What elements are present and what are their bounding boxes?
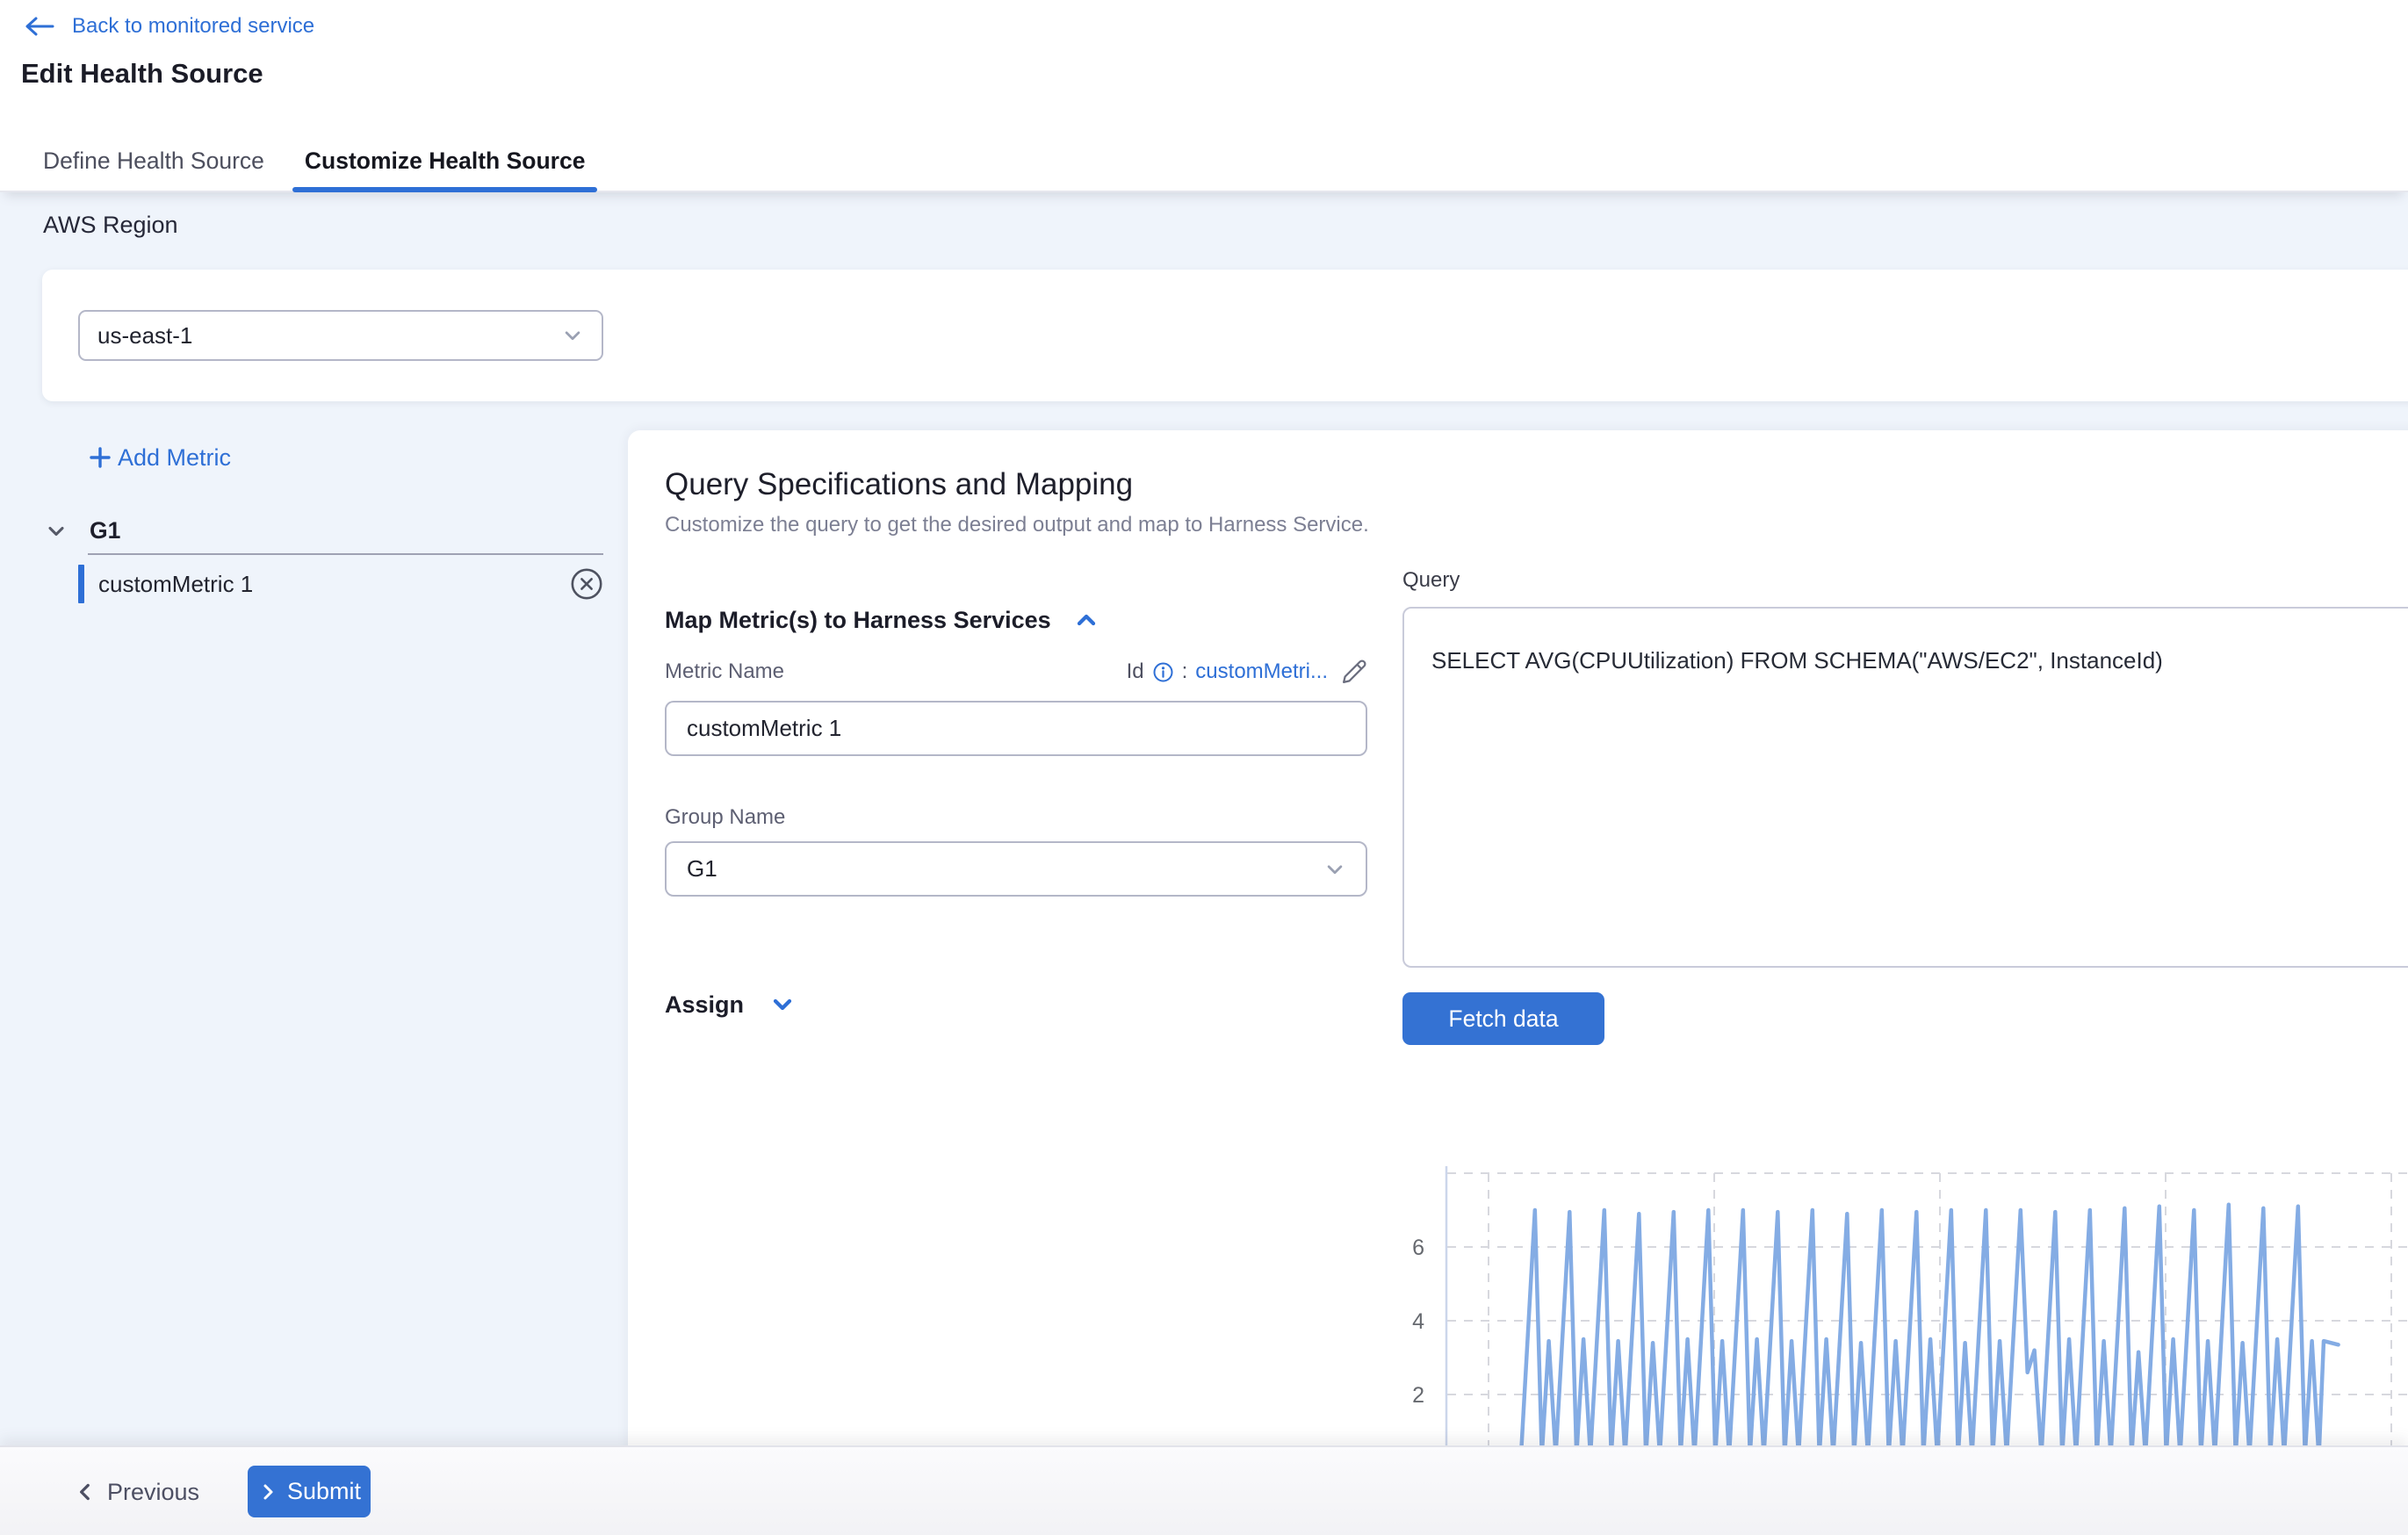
section-subheading: Customize the query to get the desired o… [665, 513, 1369, 537]
previous-button[interactable]: Previous [74, 1447, 199, 1535]
metric-name-label: Metric Name [665, 659, 784, 684]
metric-id-group: Id : customMetri... [1127, 659, 1367, 685]
previous-label: Previous [107, 1479, 199, 1506]
query-specifications-card: Query Specifications and Mapping Customi… [628, 430, 2408, 1467]
assign-label: Assign [665, 991, 744, 1019]
query-text: SELECT AVG(CPUUtilization) FROM SCHEMA("… [1431, 647, 2163, 674]
selected-indicator-bar [78, 565, 84, 603]
back-link-label: Back to monitored service [72, 14, 314, 39]
group-name-label: Group Name [665, 805, 785, 830]
y-tick-6: 6 [1412, 1236, 1424, 1260]
page-title: Edit Health Source [21, 58, 263, 90]
remove-metric-icon[interactable] [570, 567, 603, 601]
tab-customize-health-source[interactable]: Customize Health Source [292, 132, 598, 191]
chevron-down-icon [559, 322, 586, 349]
sidebar-divider [88, 553, 603, 555]
tab-label: Define Health Source [43, 148, 264, 175]
fetch-data-label: Fetch data [1448, 1005, 1558, 1033]
active-tab-underline [292, 187, 598, 192]
submit-label: Submit [287, 1478, 361, 1505]
edit-pencil-icon[interactable] [1341, 659, 1367, 685]
id-label: Id [1127, 659, 1144, 684]
aws-region-card: us-east-1 [42, 270, 2408, 401]
metric-item-label: customMetric 1 [98, 571, 253, 598]
y-tick-4: 4 [1412, 1309, 1424, 1334]
metric-list-item[interactable]: customMetric 1 [78, 565, 603, 603]
chevron-up-icon [1072, 606, 1100, 634]
submit-button[interactable]: Submit [248, 1466, 371, 1517]
id-separator: : [1182, 659, 1188, 684]
metric-name-label-row: Metric Name Id : customMetri... [665, 659, 1367, 685]
assign-section-toggle[interactable]: Assign [665, 991, 797, 1019]
section-heading: Query Specifications and Mapping [665, 467, 1133, 502]
query-label: Query [1402, 568, 1460, 593]
chevron-down-icon [44, 519, 68, 544]
map-metrics-section-toggle[interactable]: Map Metric(s) to Harness Services [665, 606, 1100, 634]
metric-name-input[interactable]: customMetric 1 [665, 701, 1367, 756]
tab-define-health-source[interactable]: Define Health Source [31, 132, 277, 191]
content-area: AWS Region us-east-1 Add Metric G1 [0, 192, 2408, 1445]
metric-group-name: G1 [90, 517, 120, 544]
back-arrow-icon [25, 16, 54, 37]
plus-icon [86, 443, 114, 472]
edit-health-source-page: Back to monitored service Edit Health So… [0, 0, 2408, 1535]
aws-region-label: AWS Region [43, 212, 178, 239]
add-metric-label: Add Metric [118, 444, 231, 472]
back-link[interactable]: Back to monitored service [25, 14, 314, 39]
chart-y-tick-labels: 6 4 2 [1412, 1236, 1424, 1408]
fetch-data-button[interactable]: Fetch data [1402, 992, 1604, 1045]
chart-svg: 6 4 2 [1388, 1159, 2408, 1445]
info-icon[interactable] [1152, 661, 1174, 683]
chevron-right-icon [257, 1481, 278, 1503]
y-tick-2: 2 [1412, 1383, 1424, 1408]
group-name-value: G1 [687, 855, 717, 883]
metric-name-value: customMetric 1 [687, 715, 841, 742]
aws-region-value: us-east-1 [97, 322, 192, 350]
chevron-down-icon [1322, 856, 1348, 883]
tab-label: Customize Health Source [305, 148, 586, 175]
tab-bar: Define Health Source Customize Health So… [0, 132, 2408, 192]
query-preview-chart: 6 4 2 [1388, 1159, 2408, 1445]
query-editor[interactable]: SELECT AVG(CPUUtilization) FROM SCHEMA("… [1402, 607, 2408, 968]
map-metrics-title: Map Metric(s) to Harness Services [665, 607, 1051, 634]
metric-id-value: customMetri... [1195, 659, 1328, 684]
chevron-down-icon [768, 991, 797, 1019]
add-metric-button[interactable]: Add Metric [86, 443, 231, 472]
metric-group-row[interactable]: G1 [44, 517, 120, 544]
chart-series-line [1521, 1205, 2339, 1445]
aws-region-select[interactable]: us-east-1 [78, 310, 603, 361]
group-name-select[interactable]: G1 [665, 841, 1367, 897]
chevron-left-icon [74, 1481, 97, 1503]
footer-bar: Previous Submit [0, 1445, 2408, 1535]
